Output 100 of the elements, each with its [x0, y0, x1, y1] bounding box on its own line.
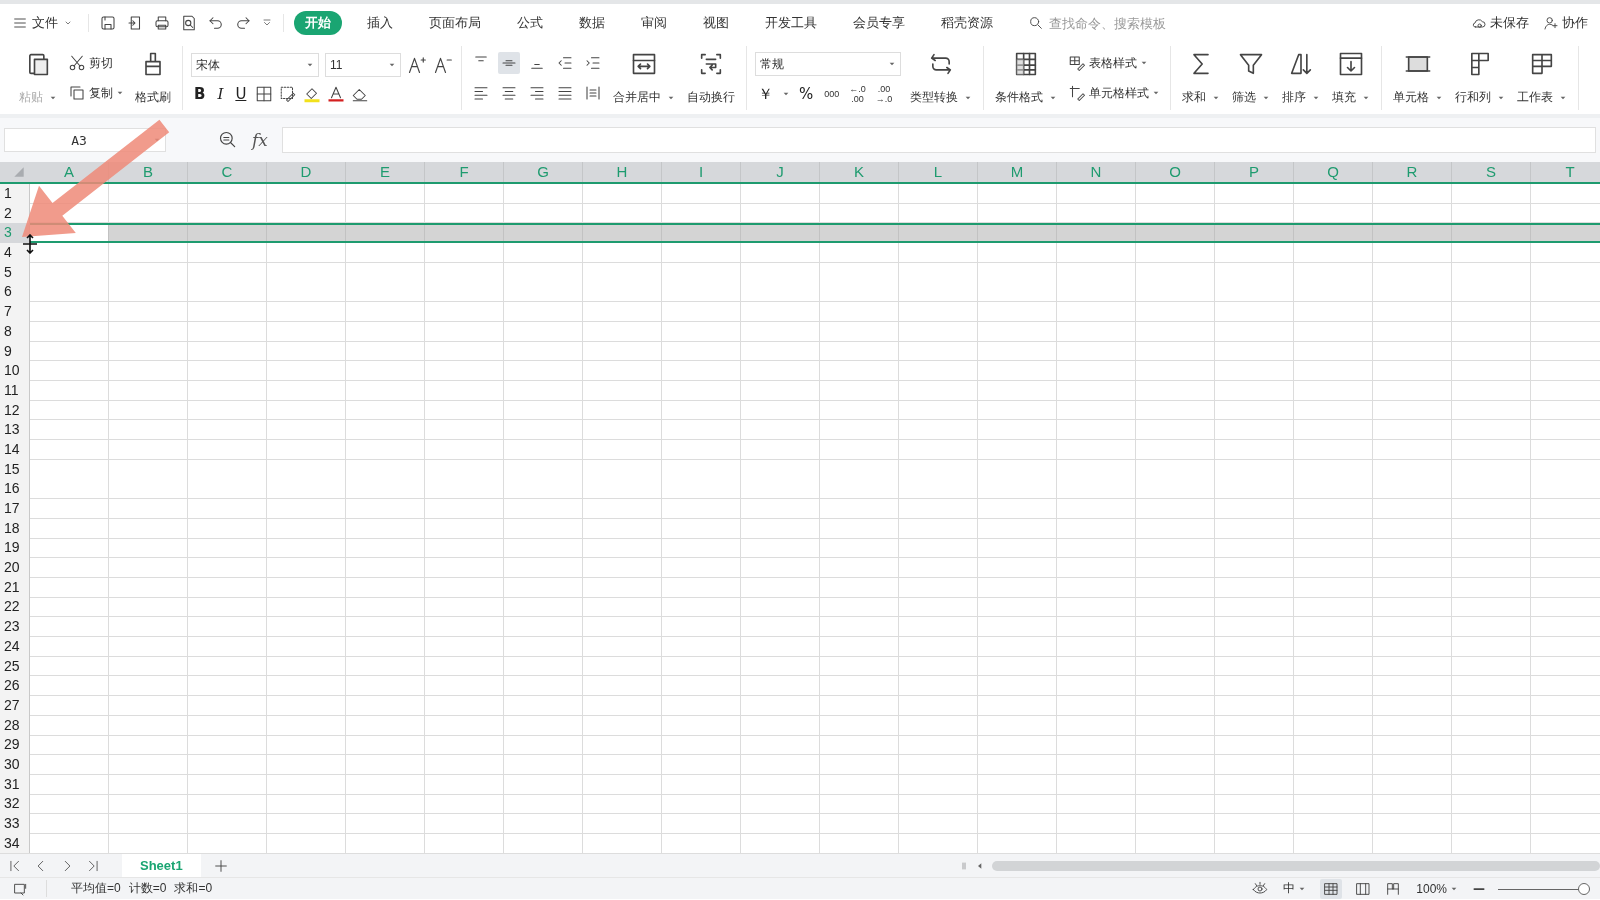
- cell-format-icon[interactable]: [279, 85, 298, 103]
- row-header[interactable]: 22: [0, 597, 30, 618]
- font-name-dropdown[interactable]: 宋体: [191, 53, 319, 77]
- merge-center-button[interactable]: 合并居中: [610, 48, 678, 108]
- row-header[interactable]: 30: [0, 754, 30, 775]
- last-sheet-icon[interactable]: [86, 858, 100, 873]
- row-header[interactable]: 10: [0, 361, 30, 381]
- ribbon-tab[interactable]: 公式: [506, 11, 554, 35]
- zoom-slider[interactable]: [1498, 882, 1588, 895]
- printer-icon[interactable]: [153, 14, 171, 32]
- row-header[interactable]: 16: [0, 479, 30, 499]
- italic-button[interactable]: I: [214, 85, 227, 103]
- row-header[interactable]: 21: [0, 577, 30, 598]
- increase-font-icon[interactable]: [407, 55, 427, 75]
- first-sheet-icon[interactable]: [8, 858, 22, 873]
- row-header[interactable]: 13: [0, 420, 30, 440]
- row-header[interactable]: 7: [0, 302, 30, 322]
- row-header[interactable]: 27: [0, 695, 30, 716]
- distributed-icon[interactable]: [584, 84, 602, 102]
- justify-icon[interactable]: [556, 84, 574, 102]
- row-header[interactable]: 12: [0, 400, 30, 421]
- ribbon-tab[interactable]: 会员专享: [842, 11, 916, 35]
- row-header[interactable]: 8: [0, 321, 30, 342]
- ribbon-tab[interactable]: 视图: [692, 11, 740, 35]
- percent-button[interactable]: %: [796, 85, 817, 103]
- cut-button[interactable]: 剪切: [66, 52, 126, 74]
- underline-button[interactable]: U: [232, 85, 250, 103]
- align-right-icon[interactable]: [528, 84, 546, 102]
- cell-style-button[interactable]: 单元格样式: [1066, 82, 1162, 104]
- filter-button[interactable]: 筛选: [1229, 48, 1273, 108]
- row-header[interactable]: 5: [0, 262, 30, 283]
- currency-button[interactable]: ￥: [755, 84, 776, 104]
- row-header[interactable]: 31: [0, 774, 30, 795]
- wrap-text-button[interactable]: 自动换行: [684, 48, 738, 108]
- fill-button[interactable]: 填充: [1329, 48, 1373, 108]
- search-field[interactable]: 查找命令、搜索模板: [1028, 14, 1177, 32]
- row-header[interactable]: 20: [0, 558, 30, 578]
- row-header[interactable]: 11: [0, 380, 30, 401]
- zoom-level-button[interactable]: 100%: [1414, 879, 1460, 898]
- row-header[interactable]: 9: [0, 341, 30, 362]
- outdent-icon[interactable]: [556, 54, 574, 72]
- zoom-search-icon[interactable]: [218, 130, 238, 150]
- indent-icon[interactable]: [584, 54, 602, 72]
- ribbon-tab[interactable]: 开发工具: [754, 11, 828, 35]
- row-header[interactable]: 19: [0, 538, 30, 559]
- align-center-icon[interactable]: [500, 84, 518, 102]
- conditional-format-button[interactable]: 条件格式: [992, 48, 1060, 108]
- row-header[interactable]: 32: [0, 794, 30, 814]
- row-header[interactable]: 33: [0, 814, 30, 834]
- document-search-icon[interactable]: [180, 14, 198, 32]
- ribbon-tab[interactable]: 页面布局: [418, 11, 492, 35]
- ribbon-tab[interactable]: 稻壳资源: [930, 11, 1004, 35]
- row-header[interactable]: 18: [0, 518, 30, 539]
- rows-columns-button[interactable]: 行和列: [1452, 48, 1508, 108]
- ribbon-tab[interactable]: 数据: [568, 11, 616, 35]
- horizontal-scrollbar[interactable]: [992, 860, 1600, 871]
- number-format-dropdown[interactable]: 常规: [755, 52, 901, 76]
- font-size-dropdown[interactable]: 11: [325, 53, 401, 77]
- font-color-icon[interactable]: [327, 85, 346, 103]
- decrease-font-icon[interactable]: [433, 55, 453, 75]
- row-header[interactable]: 23: [0, 617, 30, 637]
- increase-decimal-button[interactable]: ←.0 .00: [847, 84, 868, 104]
- eye-icon[interactable]: [1251, 880, 1270, 897]
- align-left-icon[interactable]: [472, 84, 490, 102]
- decrease-decimal-button[interactable]: .00 →.0: [873, 84, 895, 104]
- row-header[interactable]: 17: [0, 499, 30, 519]
- worksheet-button[interactable]: 工作表: [1514, 48, 1570, 108]
- ribbon-tab[interactable]: 插入: [356, 11, 404, 35]
- row-header[interactable]: 4: [0, 243, 30, 263]
- format-painter-button[interactable]: 格式刷: [132, 48, 174, 108]
- thousands-button[interactable]: 000: [822, 89, 842, 99]
- row-header[interactable]: 15: [0, 459, 30, 480]
- bold-button[interactable]: B: [191, 85, 209, 103]
- undo-icon[interactable]: [207, 14, 225, 32]
- row-header[interactable]: 25: [0, 656, 30, 677]
- row-header[interactable]: 34: [0, 833, 30, 854]
- page-view-icon[interactable]: [1354, 880, 1373, 897]
- function-label[interactable]: fx: [252, 130, 268, 150]
- save-status-button[interactable]: 未保存: [1467, 14, 1533, 32]
- fill-color-icon[interactable]: [303, 85, 322, 103]
- row-header[interactable]: 28: [0, 715, 30, 736]
- ribbon-tab[interactable]: 审阅: [630, 11, 678, 35]
- redo-icon[interactable]: [234, 14, 252, 32]
- row-header[interactable]: 26: [0, 676, 30, 696]
- row-header[interactable]: 1: [0, 184, 30, 204]
- input-mode-button[interactable]: 中: [1281, 878, 1309, 900]
- formula-input[interactable]: [281, 127, 1596, 153]
- save-icon[interactable]: [99, 14, 117, 32]
- collaborate-button[interactable]: 协作: [1539, 14, 1592, 32]
- row-header[interactable]: 6: [0, 282, 30, 303]
- convert-type-button[interactable]: 类型转换: [907, 48, 975, 108]
- row-header[interactable]: 29: [0, 735, 30, 755]
- row-header[interactable]: 24: [0, 636, 30, 657]
- copy-button[interactable]: 复制: [66, 82, 126, 104]
- sum-button[interactable]: 求和: [1179, 48, 1223, 108]
- table-style-button[interactable]: 表格样式: [1066, 52, 1162, 74]
- row-header[interactable]: 14: [0, 439, 30, 460]
- cells-button[interactable]: 单元格: [1390, 48, 1446, 108]
- sort-button[interactable]: 排序: [1279, 48, 1323, 108]
- border-icon[interactable]: [255, 85, 274, 103]
